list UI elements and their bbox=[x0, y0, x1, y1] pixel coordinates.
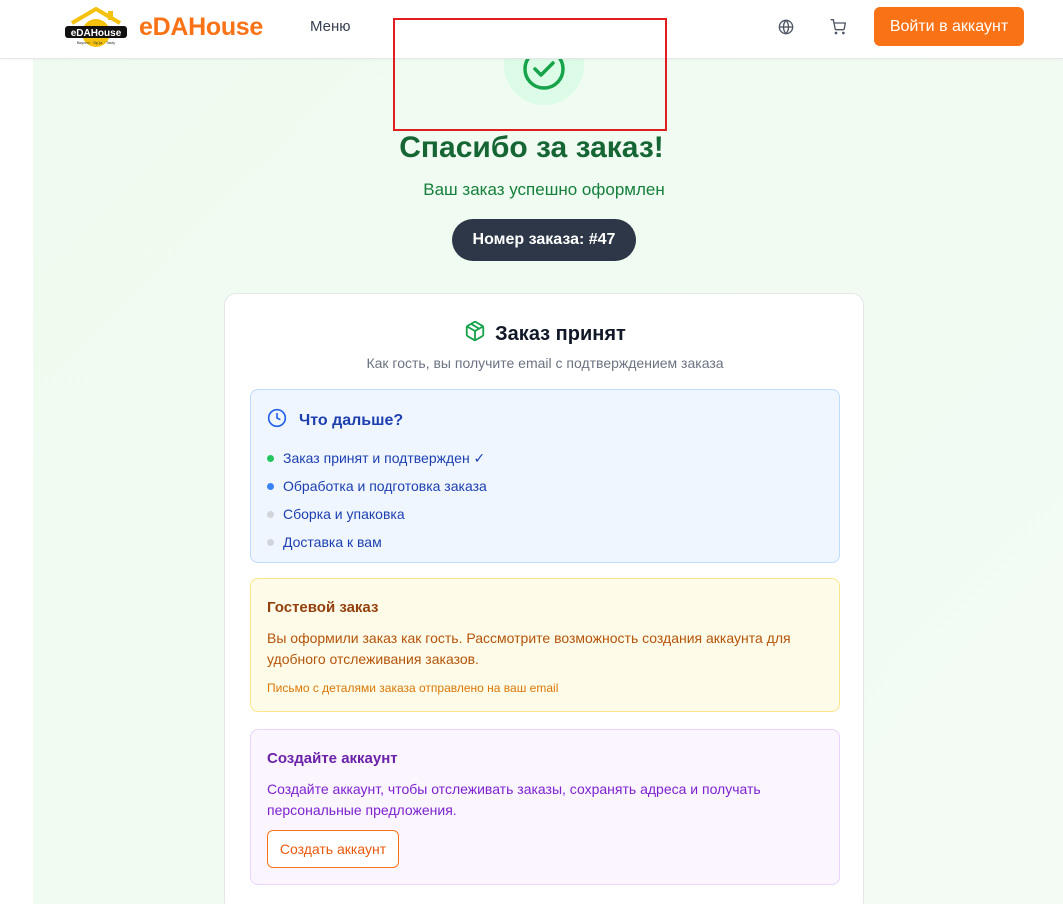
list-item: Заказ принят и подтвержден ✓ bbox=[267, 444, 487, 472]
card-title: Заказ принят bbox=[225, 320, 865, 348]
list-item: Сборка и упаковка bbox=[267, 500, 487, 528]
status-dot bbox=[267, 510, 274, 518]
list-item: Обработка и подготовка заказа bbox=[267, 472, 487, 500]
steps-list: Заказ принят и подтвержден ✓ Обработка и… bbox=[267, 444, 487, 556]
next-steps-header: Что дальше? bbox=[267, 408, 403, 433]
page-title: Спасибо за заказ! bbox=[399, 131, 664, 164]
svg-text:eDAHouse: eDAHouse bbox=[71, 28, 122, 39]
guest-order-note: Письмо с деталями заказа отправлено на в… bbox=[267, 681, 559, 695]
step-label: Обработка и подготовка заказа bbox=[283, 478, 487, 494]
order-number-badge: Номер заказа: #47 bbox=[452, 219, 636, 261]
globe-icon[interactable] bbox=[776, 17, 796, 37]
cart-icon[interactable] bbox=[828, 17, 848, 37]
step-label: Заказ принят и подтвержден ✓ bbox=[283, 449, 486, 466]
guest-order-box: Гостевой заказ Вы оформили заказ как гос… bbox=[250, 578, 840, 712]
login-button[interactable]: Войти в аккаунт bbox=[874, 7, 1024, 46]
order-card: Заказ принят Как гость, вы получите emai… bbox=[224, 293, 864, 904]
guest-order-text: Вы оформили заказ как гость. Рассмотрите… bbox=[267, 630, 791, 667]
clock-icon bbox=[267, 408, 287, 433]
create-account-button[interactable]: Создать аккаунт bbox=[267, 830, 399, 868]
card-title-text: Заказ принят bbox=[495, 322, 626, 345]
card-subtitle: Как гость, вы получите email с подтвержд… bbox=[366, 355, 724, 371]
page-subtitle: Ваш заказ успешно оформлен bbox=[423, 180, 665, 199]
package-icon bbox=[464, 320, 486, 348]
create-account-text: Создайте аккаунт, чтобы отслеживать зака… bbox=[267, 781, 761, 818]
list-item: Доставка к вам bbox=[267, 528, 487, 556]
status-dot bbox=[267, 454, 274, 462]
step-label: Доставка к вам bbox=[283, 534, 382, 550]
status-dot bbox=[267, 482, 274, 490]
highlight-box bbox=[393, 18, 667, 131]
step-label: Сборка и упаковка bbox=[283, 506, 405, 522]
next-steps-title: Что дальше? bbox=[299, 411, 404, 429]
create-account-title: Создайте аккаунт bbox=[267, 750, 398, 767]
guest-order-title: Гостевой заказ bbox=[267, 599, 379, 616]
nav-menu-link[interactable]: Меню bbox=[310, 18, 351, 35]
logo[interactable]: eDAHouse Вкусно · Sp.ja · Tasty bbox=[64, 6, 128, 47]
status-dot bbox=[267, 538, 274, 546]
brand-name[interactable]: eDAHouse bbox=[139, 13, 263, 42]
next-steps-box: Что дальше? Заказ принят и подтвержден ✓… bbox=[250, 389, 840, 563]
create-account-box: Создайте аккаунт Создайте аккаунт, чтобы… bbox=[250, 729, 840, 885]
svg-text:Вкусно · Sp.ja · Tasty: Вкусно · Sp.ja · Tasty bbox=[77, 40, 115, 45]
